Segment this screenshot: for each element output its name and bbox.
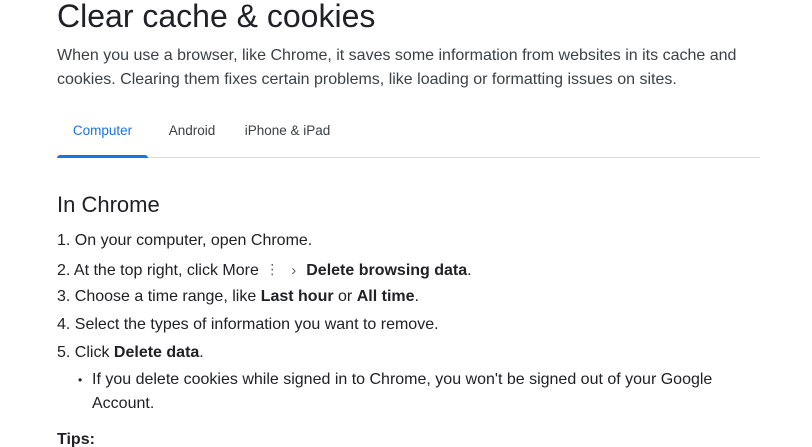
bullet-icon: •: [78, 373, 83, 387]
tips-heading: Tips:: [57, 431, 95, 447]
more-vert-icon: ⋮: [265, 261, 280, 277]
step-punct: .: [467, 262, 472, 279]
step-text: Select the types of information you want…: [74, 316, 439, 333]
page-title: Clear cache & cookies: [57, 0, 376, 34]
option-all-time: All time: [356, 288, 415, 305]
bullet-text: If you delete cookies while signed in to…: [78, 368, 758, 416]
tab-iphone-ipad[interactable]: iPhone & iPad: [240, 116, 335, 157]
step-3: 3. Choose a time range, like Last hour o…: [57, 284, 777, 312]
step-text: At the top right, click More: [73, 262, 259, 279]
intro-line-2: cookies. Clearing them fixes certain pro…: [57, 71, 677, 88]
bullet-line-2: Account.: [92, 395, 155, 412]
note-bullet: • If you delete cookies while signed in …: [78, 368, 758, 416]
button-name: Delete data: [113, 344, 200, 361]
step-text: Choose a time range, like: [74, 288, 257, 305]
step-4: 4. Select the types of information you w…: [57, 312, 777, 340]
intro-line-1: When you use a browser, like Chrome, it …: [57, 47, 737, 64]
step-number: 4.: [57, 316, 71, 333]
intro-paragraph: When you use a browser, like Chrome, it …: [57, 44, 777, 92]
step-text: or: [338, 288, 353, 305]
option-last-hour: Last hour: [260, 288, 334, 305]
step-number: 5.: [57, 344, 71, 361]
bullet-line-1: If you delete cookies while signed in to…: [92, 371, 713, 388]
step-text: On your computer, open Chrome.: [74, 232, 313, 249]
tab-computer[interactable]: Computer: [57, 116, 148, 158]
step-2: 2. At the top right, click More ⋮ › Dele…: [57, 256, 777, 284]
step-number: 3.: [57, 288, 71, 305]
step-number: 2.: [57, 262, 71, 279]
tab-android[interactable]: Android: [162, 116, 222, 157]
help-article: Clear cache & cookies When you use a bro…: [0, 0, 812, 447]
chevron-right-icon: ›: [291, 262, 297, 279]
section-heading: In Chrome: [57, 192, 160, 217]
menu-item-name: Delete browsing data: [306, 262, 468, 279]
step-5: 5. Click Delete data.: [57, 340, 777, 368]
step-number: 1.: [57, 232, 71, 249]
step-punct: .: [414, 288, 419, 305]
platform-tabs: Computer Android iPhone & iPad: [57, 116, 760, 158]
step-1: 1. On your computer, open Chrome.: [57, 228, 777, 256]
steps-list: 1. On your computer, open Chrome. 2. At …: [57, 228, 777, 368]
step-punct: .: [199, 344, 204, 361]
step-text: Click: [74, 344, 110, 361]
